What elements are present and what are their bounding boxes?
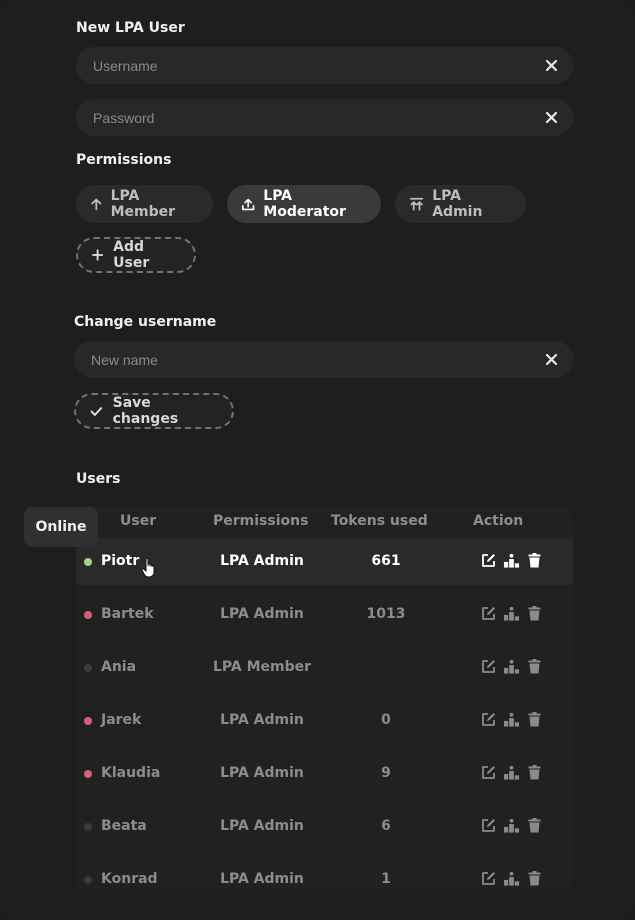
- save-changes-button[interactable]: Save changes: [74, 393, 234, 429]
- delete-icon[interactable]: [526, 870, 543, 887]
- edit-icon[interactable]: [480, 817, 497, 834]
- rank-users-icon[interactable]: [503, 552, 520, 569]
- row-actions: [480, 605, 543, 622]
- user-tokens: 661: [371, 553, 401, 569]
- new-name-input[interactable]: [89, 350, 543, 369]
- table-header: User Permissions Tokens used Action: [76, 506, 573, 538]
- row-actions: [480, 552, 543, 569]
- user-permission: LPA Admin: [220, 553, 304, 569]
- delete-icon[interactable]: [526, 658, 543, 675]
- delete-icon[interactable]: [526, 764, 543, 781]
- user-permission: LPA Admin: [220, 712, 304, 728]
- edit-icon[interactable]: [480, 711, 497, 728]
- delete-icon[interactable]: [526, 605, 543, 622]
- table-row[interactable]: Klaudia LPA Admin 9: [76, 750, 573, 797]
- delete-icon[interactable]: [526, 817, 543, 834]
- users-title: Users: [76, 471, 121, 487]
- row-actions: [480, 764, 543, 781]
- permission-option-moderator[interactable]: LPA Moderator: [227, 185, 381, 223]
- rank-users-icon[interactable]: [503, 870, 520, 887]
- table-row[interactable]: Ania LPA Member: [76, 644, 573, 691]
- user-management-panel: New LPA User Permissions LPA Member LPA …: [0, 0, 635, 920]
- arrow-up-icon: [91, 198, 102, 211]
- user-tokens: 9: [381, 765, 391, 781]
- permission-option-label: LPA Moderator: [263, 188, 346, 220]
- user-tokens: 1: [381, 871, 391, 887]
- column-header-action: Action: [473, 513, 524, 529]
- edit-icon[interactable]: [480, 764, 497, 781]
- new-user-title: New LPA User: [76, 20, 185, 36]
- password-field[interactable]: [76, 99, 573, 136]
- user-name: Beata: [101, 818, 147, 834]
- user-permission: LPA Admin: [220, 765, 304, 781]
- new-name-field[interactable]: [74, 341, 573, 378]
- permissions-title: Permissions: [76, 152, 172, 168]
- username-input[interactable]: [91, 56, 543, 75]
- column-header-user: User: [120, 513, 157, 529]
- user-name: Ania: [101, 659, 137, 675]
- user-tokens: 1013: [366, 606, 406, 622]
- user-permission: LPA Admin: [220, 606, 304, 622]
- delete-icon[interactable]: [526, 552, 543, 569]
- upload-icon: [241, 198, 255, 210]
- plus-icon: [92, 249, 104, 261]
- status-dot: [84, 770, 92, 778]
- status-dot: [84, 876, 92, 884]
- permission-option-label: LPA Member: [110, 188, 176, 220]
- delete-icon[interactable]: [526, 711, 543, 728]
- add-user-button[interactable]: Add User: [76, 237, 196, 273]
- table-row[interactable]: Beata LPA Admin 6: [76, 803, 573, 850]
- status-dot: [84, 611, 92, 619]
- user-permission: LPA Admin: [220, 871, 304, 887]
- rank-users-icon[interactable]: [503, 764, 520, 781]
- column-header-tokens: Tokens used: [331, 513, 428, 529]
- check-icon: [90, 406, 103, 416]
- double-arrow-up-icon: [410, 197, 424, 211]
- status-tooltip: Online: [24, 507, 98, 547]
- clear-new-name-icon[interactable]: [543, 352, 559, 368]
- edit-icon[interactable]: [480, 552, 497, 569]
- status-dot: [84, 823, 92, 831]
- rank-users-icon[interactable]: [503, 605, 520, 622]
- clear-username-icon[interactable]: [543, 58, 559, 74]
- user-name: Piotr: [101, 553, 140, 569]
- row-actions: [480, 870, 543, 887]
- column-header-permissions: Permissions: [213, 513, 309, 529]
- clear-password-icon[interactable]: [543, 110, 559, 126]
- save-changes-label: Save changes: [112, 395, 179, 427]
- row-actions: [480, 658, 543, 675]
- row-actions: [480, 711, 543, 728]
- permission-option-label: LPA Admin: [432, 188, 483, 220]
- hand-cursor-icon: [141, 557, 155, 578]
- permission-option-admin[interactable]: LPA Admin: [395, 185, 526, 223]
- rank-users-icon[interactable]: [503, 817, 520, 834]
- user-tokens: 0: [381, 712, 391, 728]
- password-input[interactable]: [91, 108, 543, 127]
- user-tokens: 6: [381, 818, 391, 834]
- edit-icon[interactable]: [480, 605, 497, 622]
- table-row[interactable]: Konrad LPA Admin 1: [76, 856, 573, 889]
- add-user-label: Add User: [113, 239, 150, 271]
- rank-users-icon[interactable]: [503, 711, 520, 728]
- user-name: Jarek: [101, 712, 142, 728]
- edit-icon[interactable]: [480, 658, 497, 675]
- status-dot: [84, 717, 92, 725]
- user-name: Klaudia: [101, 765, 161, 781]
- user-permission: LPA Admin: [220, 818, 304, 834]
- row-actions: [480, 817, 543, 834]
- edit-icon[interactable]: [480, 870, 497, 887]
- user-permission: LPA Member: [212, 659, 312, 675]
- permission-option-member[interactable]: LPA Member: [76, 185, 213, 223]
- table-row[interactable]: Jarek LPA Admin 0: [76, 697, 573, 744]
- table-row[interactable]: Bartek LPA Admin 1013: [76, 591, 573, 638]
- change-username-title: Change username: [74, 314, 217, 330]
- user-name: Bartek: [101, 606, 154, 622]
- status-dot: [84, 558, 92, 566]
- rank-users-icon[interactable]: [503, 658, 520, 675]
- user-name: Konrad: [101, 871, 158, 887]
- status-dot: [84, 664, 92, 672]
- username-field[interactable]: [76, 47, 573, 84]
